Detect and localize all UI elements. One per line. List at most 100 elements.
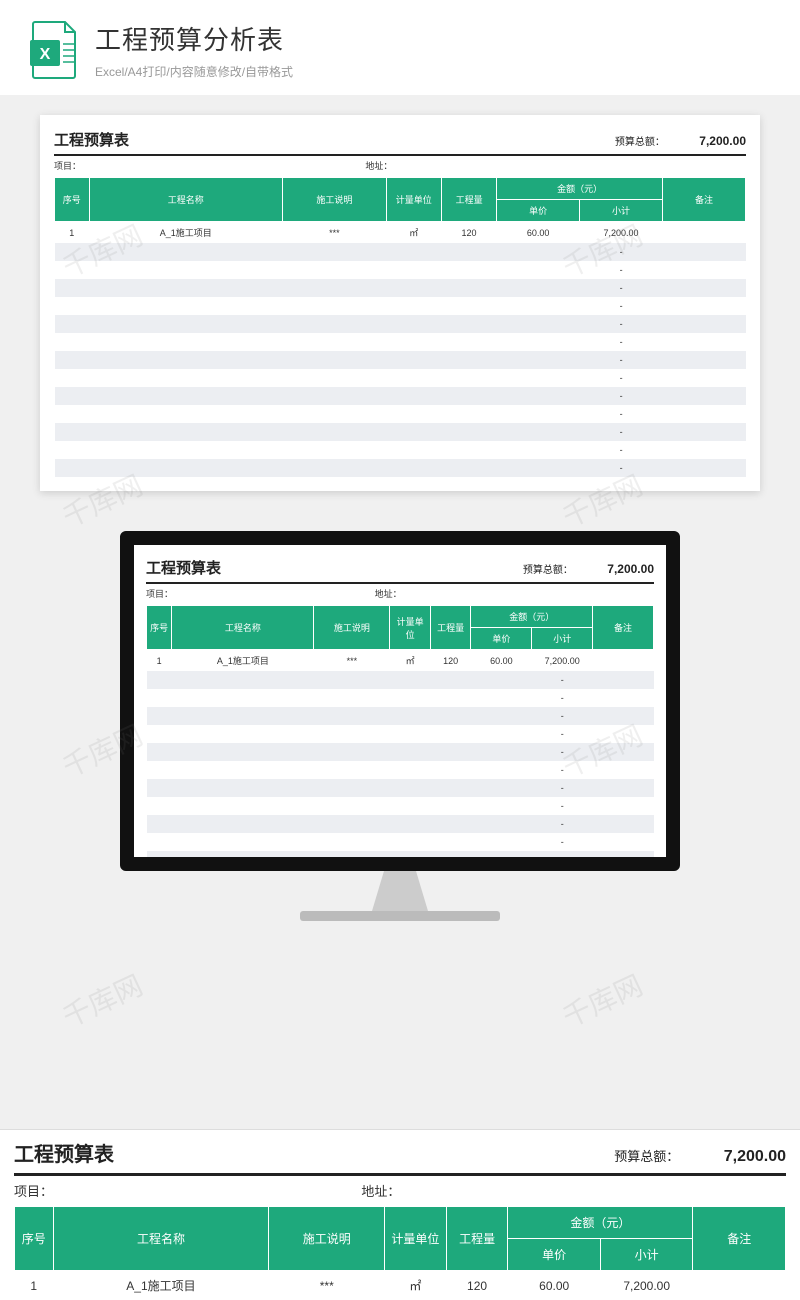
meta-address: 地址： (361, 1181, 786, 1200)
cell-qty (441, 441, 496, 459)
th-desc: 施工说明 (283, 178, 387, 222)
cell-subtotal: - (580, 243, 663, 261)
cell-note (593, 797, 654, 815)
cell-price (497, 297, 580, 315)
cell-price (497, 315, 580, 333)
page-header: X 工程预算分析表 Excel/A4打印/内容随意修改/自带格式 (0, 0, 800, 95)
cell-subtotal: - (532, 743, 593, 761)
cell-desc (314, 779, 390, 797)
table-row: - (147, 869, 654, 871)
cell-note (663, 459, 746, 477)
cell-name (172, 869, 314, 871)
cell-name (89, 369, 282, 387)
th-qty: 工程量 (446, 1207, 508, 1271)
watermark: 千库网 (555, 964, 648, 1036)
cell-desc (283, 351, 387, 369)
th-price: 单价 (497, 200, 580, 222)
cell-price (497, 405, 580, 423)
cell-seq (55, 243, 90, 261)
cell-price: 60.00 (508, 1271, 601, 1300)
th-name: 工程名称 (53, 1207, 269, 1271)
table-row: - (147, 689, 654, 707)
cell-desc (314, 797, 390, 815)
th-note: 备注 (663, 178, 746, 222)
header-text-block: 工程预算分析表 Excel/A4打印/内容随意修改/自带格式 (95, 20, 770, 80)
cell-subtotal: - (580, 405, 663, 423)
cell-desc (314, 689, 390, 707)
cell-seq (147, 743, 172, 761)
th-name: 工程名称 (172, 606, 314, 650)
cell-note (663, 423, 746, 441)
total-label: 预算总额： (615, 137, 665, 148)
cell-qty (441, 423, 496, 441)
cell-unit (386, 297, 441, 315)
table-row: - (55, 243, 746, 261)
spreadsheet-preview-monitor: 工程预算表 预算总额： 7,200.00 项目： 地址： 序号 工程名称 施工说… (134, 545, 666, 857)
cell-price (471, 851, 532, 869)
th-amount-group: 金额（元） (508, 1207, 693, 1239)
cell-note (663, 315, 746, 333)
total-value: 7,200.00 (607, 562, 654, 576)
meta-row: 项目： 地址： (146, 587, 654, 600)
cell-subtotal: - (532, 833, 593, 851)
cell-unit (390, 851, 431, 869)
th-subtotal: 小计 (532, 628, 593, 650)
budget-table: 序号 工程名称 施工说明 计量单位 工程量 金额（元） 备注 单价 小计 1 A… (14, 1206, 786, 1300)
cell-name (89, 333, 282, 351)
cell-seq (55, 459, 90, 477)
cell-unit (390, 725, 431, 743)
table-row: - (55, 279, 746, 297)
cell-desc: *** (283, 222, 387, 244)
cell-name (89, 261, 282, 279)
cell-desc (283, 297, 387, 315)
cell-note (593, 851, 654, 869)
cell-desc (283, 333, 387, 351)
cell-subtotal: - (580, 261, 663, 279)
cell-seq (55, 315, 90, 333)
budget-table: 序号 工程名称 施工说明 计量单位 工程量 金额（元） 备注 单价 小计 1 A… (54, 177, 746, 477)
cell-price (471, 743, 532, 761)
cell-desc (314, 707, 390, 725)
cell-name (89, 297, 282, 315)
th-desc: 施工说明 (314, 606, 390, 650)
cell-note (593, 833, 654, 851)
cell-unit: ㎡ (386, 222, 441, 244)
cell-subtotal: 7,200.00 (580, 222, 663, 244)
cell-unit (386, 315, 441, 333)
cell-note (593, 761, 654, 779)
cell-price (471, 689, 532, 707)
table-row: 1 A_1施工项目 *** ㎡ 120 60.00 7,200.00 (147, 650, 654, 672)
cell-qty (441, 315, 496, 333)
cell-unit (390, 833, 431, 851)
cell-qty (430, 761, 471, 779)
cell-seq: 1 (55, 222, 90, 244)
cell-qty: 120 (446, 1271, 508, 1300)
cell-qty (441, 243, 496, 261)
sheet-title-row: 工程预算表 预算总额： 7,200.00 (54, 129, 746, 156)
cell-name (172, 707, 314, 725)
cell-name (172, 743, 314, 761)
cell-seq (147, 797, 172, 815)
cell-qty (430, 689, 471, 707)
page-title: 工程预算分析表 (95, 20, 770, 57)
cell-note (663, 333, 746, 351)
table-row: - (55, 333, 746, 351)
cell-desc (314, 815, 390, 833)
table-row: - (55, 423, 746, 441)
th-seq: 序号 (15, 1207, 54, 1271)
table-row: - (55, 405, 746, 423)
cell-name (89, 459, 282, 477)
excel-file-icon: X (30, 20, 80, 80)
cell-qty (430, 851, 471, 869)
table-row: - (147, 815, 654, 833)
cell-unit (386, 441, 441, 459)
cell-seq (147, 689, 172, 707)
table-row: - (55, 459, 746, 477)
table-row: - (147, 761, 654, 779)
cell-name (89, 315, 282, 333)
cell-desc (283, 315, 387, 333)
cell-subtotal: - (580, 351, 663, 369)
cell-price (497, 351, 580, 369)
cell-subtotal: - (532, 797, 593, 815)
cell-subtotal: - (580, 441, 663, 459)
